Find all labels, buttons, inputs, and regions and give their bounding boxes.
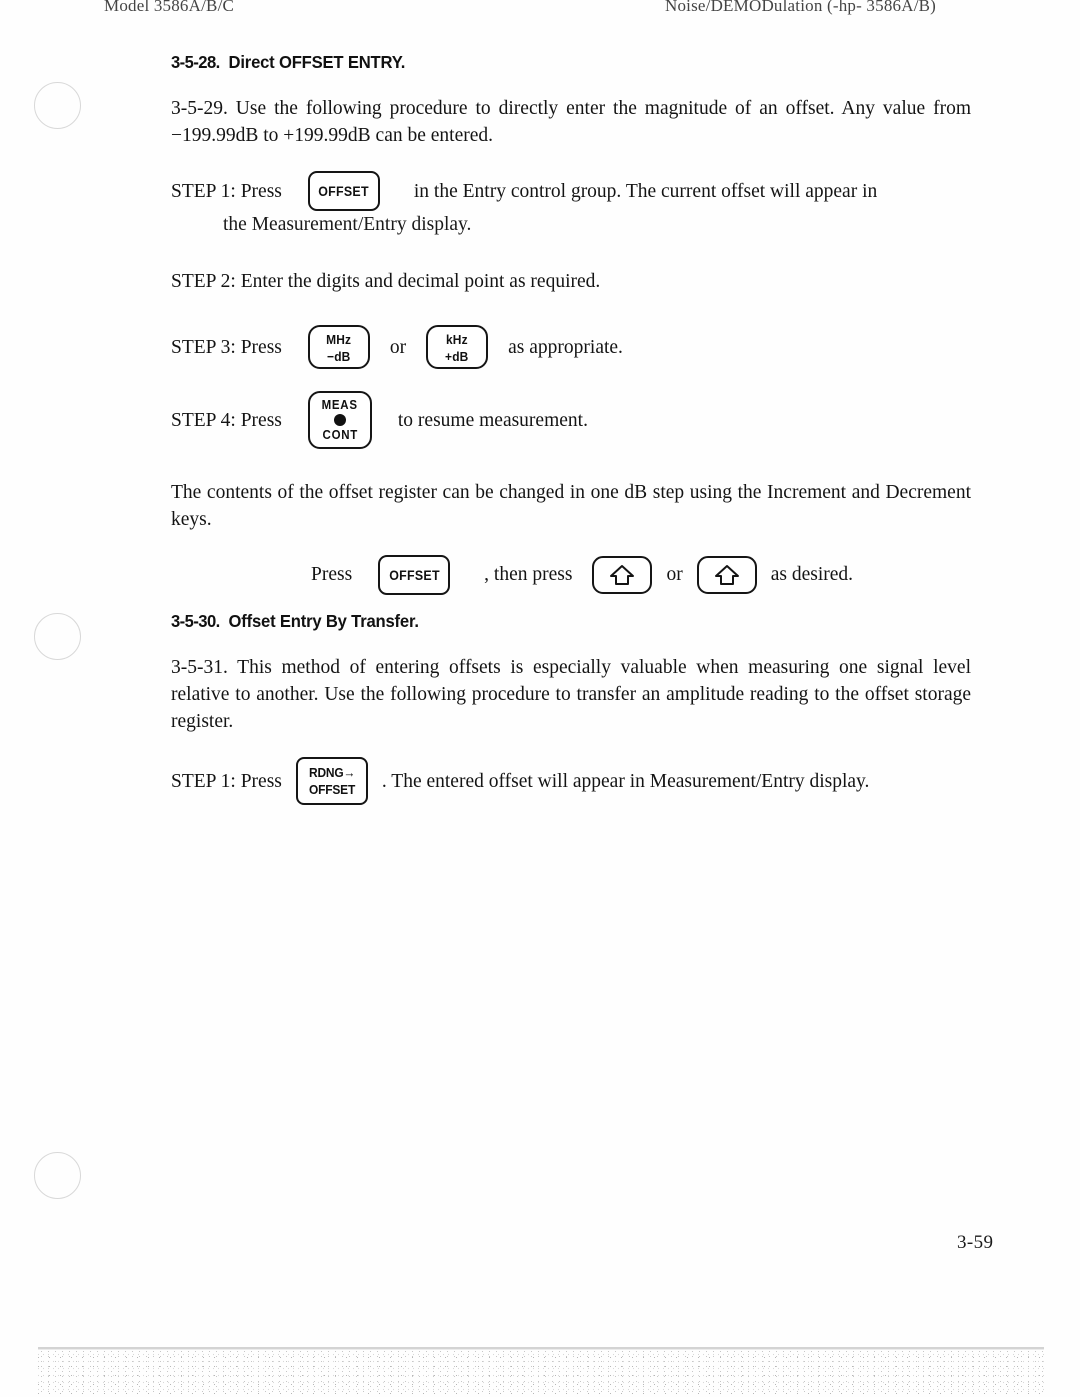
offset-key-label: OFFSET [388,567,440,583]
step-2-text: STEP 2: Enter the digits and decimal poi… [171,271,601,292]
step-1b-lead: STEP 1: Press [171,770,282,792]
paragraph-3-5-29: 3-5-29. Use the following procedure to d… [171,98,971,146]
khz-key-line1: kHz [446,332,469,347]
increment-key[interactable] [592,556,653,594]
section-number: 3-5-30. [171,611,220,631]
khz-plus-db-key[interactable]: kHz +dB [426,325,489,369]
hole-punch-icon [34,1152,81,1199]
rdng-key-line2: OFFSET [308,782,355,797]
mhz-key-line2: −dB [327,349,351,364]
rdng-to-offset-key[interactable]: RDNG→ OFFSET [295,757,368,805]
khz-key-line2: +dB [445,349,469,364]
meas-dot-icon [333,414,346,426]
press-offset-increment-line: Press OFFSET , then press or as desired. [171,555,971,595]
step-1-tail: in the Entry control group. The current … [413,180,878,202]
step-3-tail: as appropriate. [508,336,623,358]
section-title: Offset Entry By Transfer. [228,611,419,631]
step-4-tail: to resume measurement. [397,409,588,431]
step-3-lead: STEP 3: Press [171,336,282,358]
step-4-lead: STEP 4: Press [171,409,282,431]
step-1-transfer-offset: STEP 1: Press RDNG→ OFFSET . The entered… [171,757,971,805]
step-1b-tail: . The entered offset will appear in Meas… [381,770,870,792]
offset-key[interactable]: OFFSET [307,171,380,211]
section-title: Direct OFFSET ENTRY. [228,52,406,72]
offset-key[interactable]: OFFSET [378,555,451,595]
hole-punch-icon [34,613,81,660]
meas-key-line1: MEAS [321,398,358,412]
step-3-press-unit: STEP 3: Press MHz −dB or kHz +dB as appr… [171,325,971,369]
press-tail: as desired. [770,564,854,585]
section-heading-3-5-30: 3-5-30. Offset Entry By Transfer. [171,611,931,632]
step-3-or: or [389,336,407,358]
up-arrow-icon [610,565,635,585]
page-number: 3-59 [957,1232,994,1253]
paragraph-offset-register: The contents of the offset register can … [171,482,971,530]
rdng-key-line1: RDNG→ [308,765,356,780]
step-2-enter-digits: STEP 2: Enter the digits and decimal poi… [171,268,971,295]
step-4-resume-measurement: STEP 4: Press MEAS CONT to resume measur… [171,391,971,449]
scan-speckle-band [38,1349,1044,1395]
press-or-text: or [666,564,683,585]
mhz-minus-db-key[interactable]: MHz −dB [307,325,370,369]
up-arrow-icon [714,565,739,585]
document-page: Model 3586A/B/C Noise/DEMODulation (-hp-… [0,0,1080,1397]
offset-key-label: OFFSET [318,183,370,199]
paragraph-3-5-31: 3-5-31. This method of entering offsets … [171,657,971,732]
section-heading-3-5-28: 3-5-28. Direct OFFSET ENTRY. [171,52,931,73]
meas-cont-key[interactable]: MEAS CONT [307,391,372,449]
mhz-key-line1: MHz [326,332,352,347]
header-left: Model 3586A/B/C [104,0,235,15]
step-1-lead: STEP 1: Press [171,180,282,202]
hole-punch-icon [34,82,81,129]
section-number: 3-5-28. [171,52,220,72]
press-then-text: , then press [484,564,573,585]
press-lead: Press [311,564,353,585]
text-column: 3-5-28. Direct OFFSET ENTRY. 3-5-29. Use… [171,52,971,805]
decrement-key[interactable] [696,556,757,594]
header-right: Noise/DEMODulation (-hp- 3586A/B) [665,0,937,15]
meas-key-line2: CONT [322,428,358,442]
step-1-subline: the Measurement/Entry display. [223,214,472,235]
step-1-direct-offset: STEP 1: Press OFFSET in the Entry contro… [171,171,971,211]
